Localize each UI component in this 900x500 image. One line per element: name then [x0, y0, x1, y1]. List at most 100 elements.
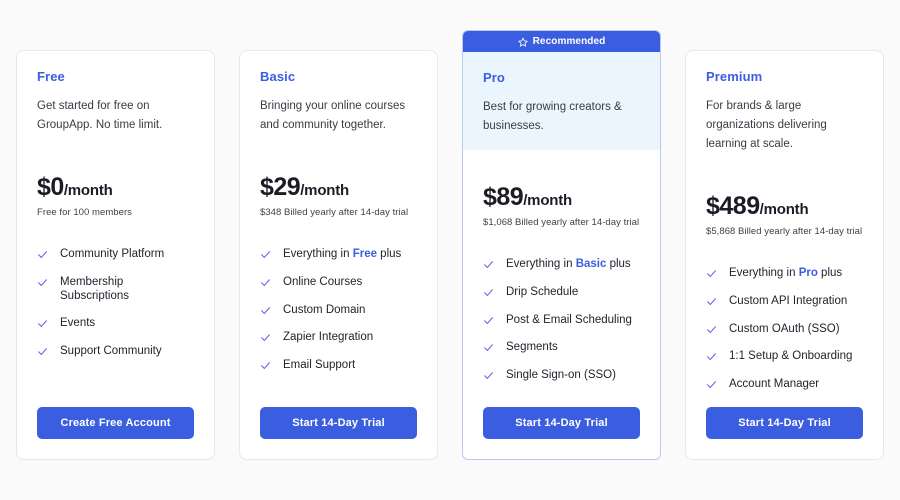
plan-feature-list: Everything in Free plus Online Courses Cus…: [240, 248, 437, 407]
feature-label: Everything in Pro plus: [729, 266, 843, 279]
check-icon: [706, 351, 717, 362]
check-icon: [37, 277, 48, 288]
feature-label: Everything in Free plus: [283, 247, 402, 260]
plan-price-period: /month: [523, 192, 573, 209]
plan-cta-wrapper: Start 14-Day Trial: [463, 407, 660, 459]
recommended-badge-label: Recommended: [532, 36, 606, 47]
feature-label: Support Community: [60, 345, 162, 358]
check-icon: [706, 296, 717, 307]
feature-plan-link[interactable]: Basic: [576, 258, 607, 270]
check-icon: [260, 305, 271, 316]
feature-text: Everything in Pro plus: [729, 267, 842, 281]
check-icon: [706, 379, 717, 390]
feature-label: Email Support: [283, 359, 356, 372]
plan-cta-button[interactable]: Start 14-Day Trial: [483, 407, 640, 439]
feature-list-item: Single Sign-on (SSO): [483, 369, 640, 383]
feature-label: Custom API Integration: [729, 294, 848, 307]
feature-list-item: Everything in Pro plus: [706, 267, 863, 281]
check-icon: [260, 332, 271, 343]
feature-list-item: Support Community: [37, 345, 194, 359]
feature-list-item: Online Courses: [260, 276, 417, 290]
plan-price-note: Free for 100 members: [37, 206, 132, 218]
check-icon: [483, 287, 494, 298]
plan-header: Premium For brands & large organizations …: [686, 51, 883, 154]
feature-list-item: Everything in Basic plus: [483, 258, 640, 272]
plan-cta-wrapper: Start 14-Day Trial: [240, 407, 437, 459]
feature-label: 1:1 Setup & Onboarding: [729, 350, 853, 363]
feature-label: Custom OAuth (SSO): [729, 322, 840, 335]
plan-description: Get started for free on GroupApp. No tim…: [37, 100, 163, 131]
check-icon: [483, 315, 494, 326]
plan-cta-button[interactable]: Start 14-Day Trial: [706, 407, 863, 439]
feature-text: Custom OAuth (SSO): [729, 323, 840, 337]
feature-list-item: Custom OAuth (SSO): [706, 323, 863, 337]
feature-list-item: Events: [37, 317, 194, 331]
feature-label: Community Platform: [60, 247, 165, 260]
plan-price-period: /month: [759, 200, 809, 218]
plan-card-pro: Recommended Pro Best for growing creators …: [462, 30, 661, 460]
plan-price-block: $29/month $348 Billed yearly after 14-day…: [240, 173, 437, 218]
check-icon: [483, 259, 494, 270]
plan-name: Free: [37, 69, 65, 84]
feature-text: Single Sign-on (SSO): [506, 369, 616, 383]
feature-list-item: Account Manager: [706, 378, 863, 392]
feature-list-item: Zapier Integration: [260, 331, 417, 345]
plan-card-basic: Basic Bringing your online courses and co…: [239, 50, 438, 460]
plan-card-free: Free Get started for free on GroupApp. No…: [16, 50, 215, 460]
feature-label: Custom Domain: [283, 303, 366, 316]
plan-price-line: $489/month: [706, 192, 863, 221]
feature-list-item: Custom API Integration: [706, 295, 863, 309]
plan-price-block: $489/month $5,868 Billed yearly after 14-…: [686, 192, 883, 237]
feature-plan-link[interactable]: Pro: [799, 267, 818, 279]
plan-cta-wrapper: Create Free Account: [17, 407, 214, 459]
feature-label: Single Sign-on (SSO): [506, 369, 616, 382]
feature-text: Everything in Basic plus: [506, 258, 631, 272]
feature-label: Membership Subscriptions: [60, 275, 130, 302]
plan-cta-button[interactable]: Create Free Account: [37, 407, 194, 439]
plan-price-line: $0/month: [37, 173, 194, 202]
feature-text: Post & Email Scheduling: [506, 314, 632, 328]
plan-header: Free Get started for free on GroupApp. No…: [17, 51, 214, 135]
feature-plan-link[interactable]: Free: [353, 248, 377, 260]
feature-list-item: Everything in Free plus: [260, 248, 417, 262]
plan-price-block: $89/month $1,068 Billed yearly after 14-d…: [463, 183, 660, 228]
check-icon: [706, 324, 717, 335]
feature-list-item: 1:1 Setup & Onboarding: [706, 350, 863, 364]
feature-list-item: Custom Domain: [260, 304, 417, 318]
plan-price-note: $348 Billed yearly after 14-day trial: [260, 206, 409, 218]
feature-text: 1:1 Setup & Onboarding: [729, 350, 852, 364]
feature-label: Everything in Basic plus: [506, 258, 631, 270]
plan-price-line: $89/month: [483, 183, 640, 212]
feature-text: Support Community: [60, 345, 162, 359]
plan-cta-button[interactable]: Start 14-Day Trial: [260, 407, 417, 439]
check-icon: [37, 249, 48, 260]
feature-text: Segments: [506, 341, 558, 355]
feature-text: Online Courses: [283, 276, 362, 290]
feature-label: Zapier Integration: [283, 331, 374, 344]
feature-list-item: Membership Subscriptions: [37, 276, 194, 304]
plan-price-amount: $89: [483, 183, 524, 211]
plan-name: Premium: [706, 69, 763, 84]
plan-price-note: $1,068 Billed yearly after 14-day trial: [483, 217, 640, 228]
plan-card-premium: Premium For brands & large organizations …: [685, 50, 884, 460]
plan-description: For brands & large organizations deliver…: [706, 100, 827, 150]
plan-name: Pro: [483, 70, 505, 85]
feature-list-item: Segments: [483, 341, 640, 355]
feature-list-item: Post & Email Scheduling: [483, 314, 640, 328]
plan-name: Basic: [260, 69, 296, 84]
plan-header: Pro Best for growing creators & businesse…: [463, 52, 660, 150]
feature-label: Drip Schedule: [506, 285, 579, 298]
pricing-plan-grid: Free Get started for free on GroupApp. No…: [0, 0, 900, 500]
feature-list-item: Drip Schedule: [483, 286, 640, 300]
plan-cta-wrapper: Start 14-Day Trial: [686, 407, 883, 459]
feature-label: Account Manager: [729, 378, 820, 391]
plan-price-block: $0/month Free for 100 members: [17, 173, 214, 218]
check-icon: [483, 370, 494, 381]
feature-label: Post & Email Scheduling: [506, 313, 632, 326]
feature-label: Events: [60, 317, 96, 330]
feature-text: Zapier Integration: [283, 331, 373, 345]
feature-text: Account Manager: [729, 378, 819, 392]
plan-feature-list: Everything in Pro plus Custom API Integra…: [686, 267, 883, 407]
plan-price-amount: $29: [260, 172, 301, 201]
plan-description: Best for growing creators & businesses.: [483, 101, 622, 132]
